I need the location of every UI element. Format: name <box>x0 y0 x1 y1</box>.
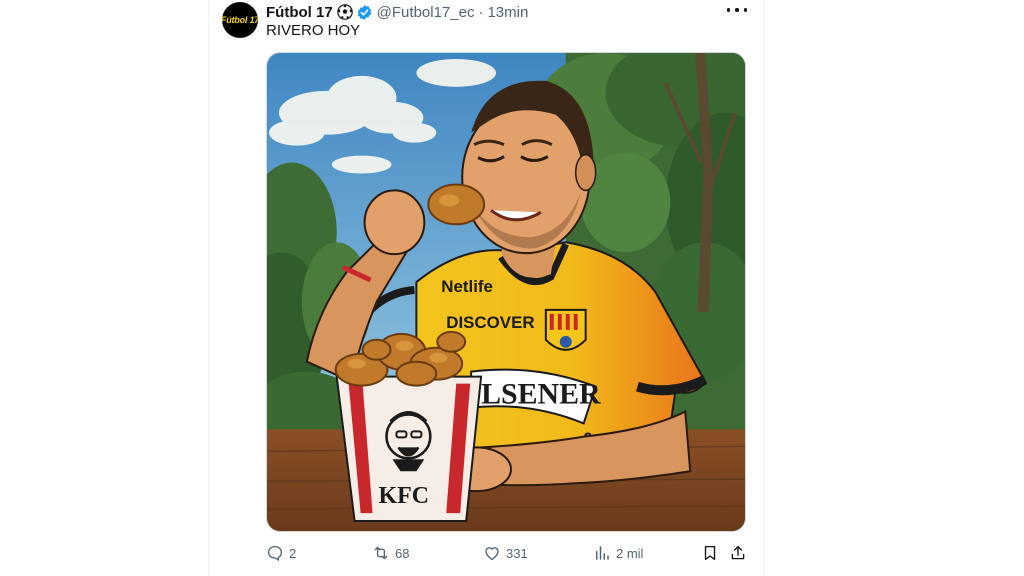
avatar-logo-text: Fútbol 17 <box>222 15 258 25</box>
more-options-icon[interactable] <box>727 4 747 16</box>
separator-dot: · <box>478 3 484 21</box>
bookmark-icon <box>704 545 716 561</box>
jersey-sponsor-main: LSENER <box>481 378 601 411</box>
reply-count: 2 <box>289 545 297 561</box>
verified-badge-icon[interactable] <box>356 4 373 21</box>
retweet-count: 68 <box>395 545 410 561</box>
timestamp[interactable]: 13min <box>487 4 528 21</box>
share-button[interactable] <box>729 542 747 564</box>
page: Fútbol 17 Fútbol 17 @Futbol17_ec · 13min… <box>0 0 1024 576</box>
reply-button[interactable]: 2 <box>266 542 296 564</box>
like-count: 331 <box>506 545 528 561</box>
share-icon <box>731 545 745 560</box>
handle[interactable]: @Futbol17_ec <box>377 4 475 21</box>
bucket-brand: KFC <box>379 483 429 509</box>
avatar[interactable]: Fútbol 17 <box>222 2 258 38</box>
tweet-text: RIVERO HOY <box>266 22 361 39</box>
jersey-sponsor-top: Netlife <box>441 277 493 296</box>
tweet-header: Fútbol 17 @Futbol17_ec · 13min <box>266 2 528 22</box>
tweet-actions: 2 68 331 2 mil <box>266 542 746 564</box>
tweet-media-image[interactable]: Netlife DISCOVER LSENER 9 KFC <box>266 52 746 532</box>
views-chart-icon <box>596 546 609 560</box>
retweet-button[interactable]: 68 <box>372 542 409 564</box>
bookmark-button[interactable] <box>701 542 719 564</box>
views-button[interactable]: 2 mil <box>593 542 643 564</box>
reply-icon <box>267 545 283 562</box>
views-count: 2 mil <box>616 545 644 561</box>
soccer-ball-icon <box>336 4 353 20</box>
like-button[interactable]: 331 <box>483 542 528 564</box>
display-name[interactable]: Fútbol 17 <box>266 4 333 21</box>
jersey-sponsor-mid: DISCOVER <box>446 313 534 332</box>
retweet-icon <box>374 546 388 560</box>
heart-icon <box>485 547 499 561</box>
